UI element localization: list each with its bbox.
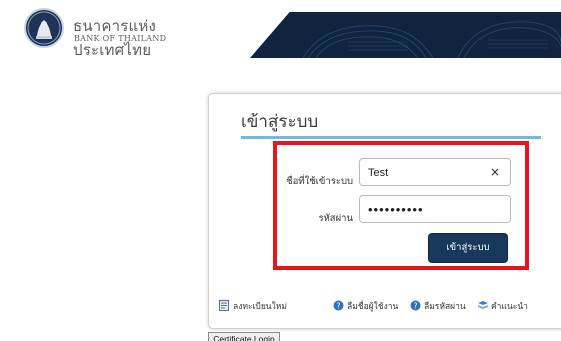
register-link[interactable]: ลงทะเบียนใหม่ [219,300,287,316]
svg-text:?: ? [336,302,340,311]
help-guide-link[interactable]: คำแนะนำ [477,300,528,316]
username-label: ชื่อที่ใช้เข้าระบบ [286,176,353,187]
username-field[interactable]: × [359,158,511,186]
svg-text:?: ? [413,302,417,311]
login-panel: เข้าสู่ระบบ ชื่อที่ใช้เข้าระบบ × รหัสผ่า… [208,93,561,329]
forgot-password-link[interactable]: ? ลืมรหัสผ่าน [410,300,466,316]
certificate-login-button[interactable]: Certificate Login [208,332,280,341]
login-button[interactable]: เข้าสู่ระบบ [428,233,508,263]
password-field[interactable] [359,195,511,223]
forgot-username-label: ลืมชื่อผู้ใช้งาน [347,302,399,312]
username-input[interactable] [368,164,488,181]
bank-name-english: BANK OF THAILAND [74,34,167,43]
footer-links: ลงทะเบียนใหม่ ? ลืมชื่อผู้ใช้งาน ? ลืมรห… [219,300,561,316]
clear-icon[interactable]: × [490,165,500,179]
forgot-username-link[interactable]: ? ลืมชื่อผู้ใช้งาน [333,300,398,316]
bank-of-thailand-seal-icon [24,8,64,48]
forgot-password-label: ลืมรหัสผ่าน [424,302,466,312]
bank-logo[interactable]: ธนาคารแห่งประเทศไทย BANK OF THAILAND [0,0,230,58]
help-guide-label: คำแนะนำ [491,302,528,312]
page-title: เข้าสู่ระบบ [241,112,319,132]
password-label: รหัสผ่าน [318,213,353,224]
site-header: ธนาคารแห่งประเทศไทย BANK OF THAILAND [0,0,561,58]
register-link-label: ลงทะเบียนใหม่ [233,302,287,312]
help-question-icon: ? [333,300,344,311]
title-underline [241,136,541,139]
password-input[interactable] [368,201,488,218]
help-question-icon: ? [410,300,421,311]
register-form-icon [219,300,230,311]
guide-book-icon [477,300,488,311]
